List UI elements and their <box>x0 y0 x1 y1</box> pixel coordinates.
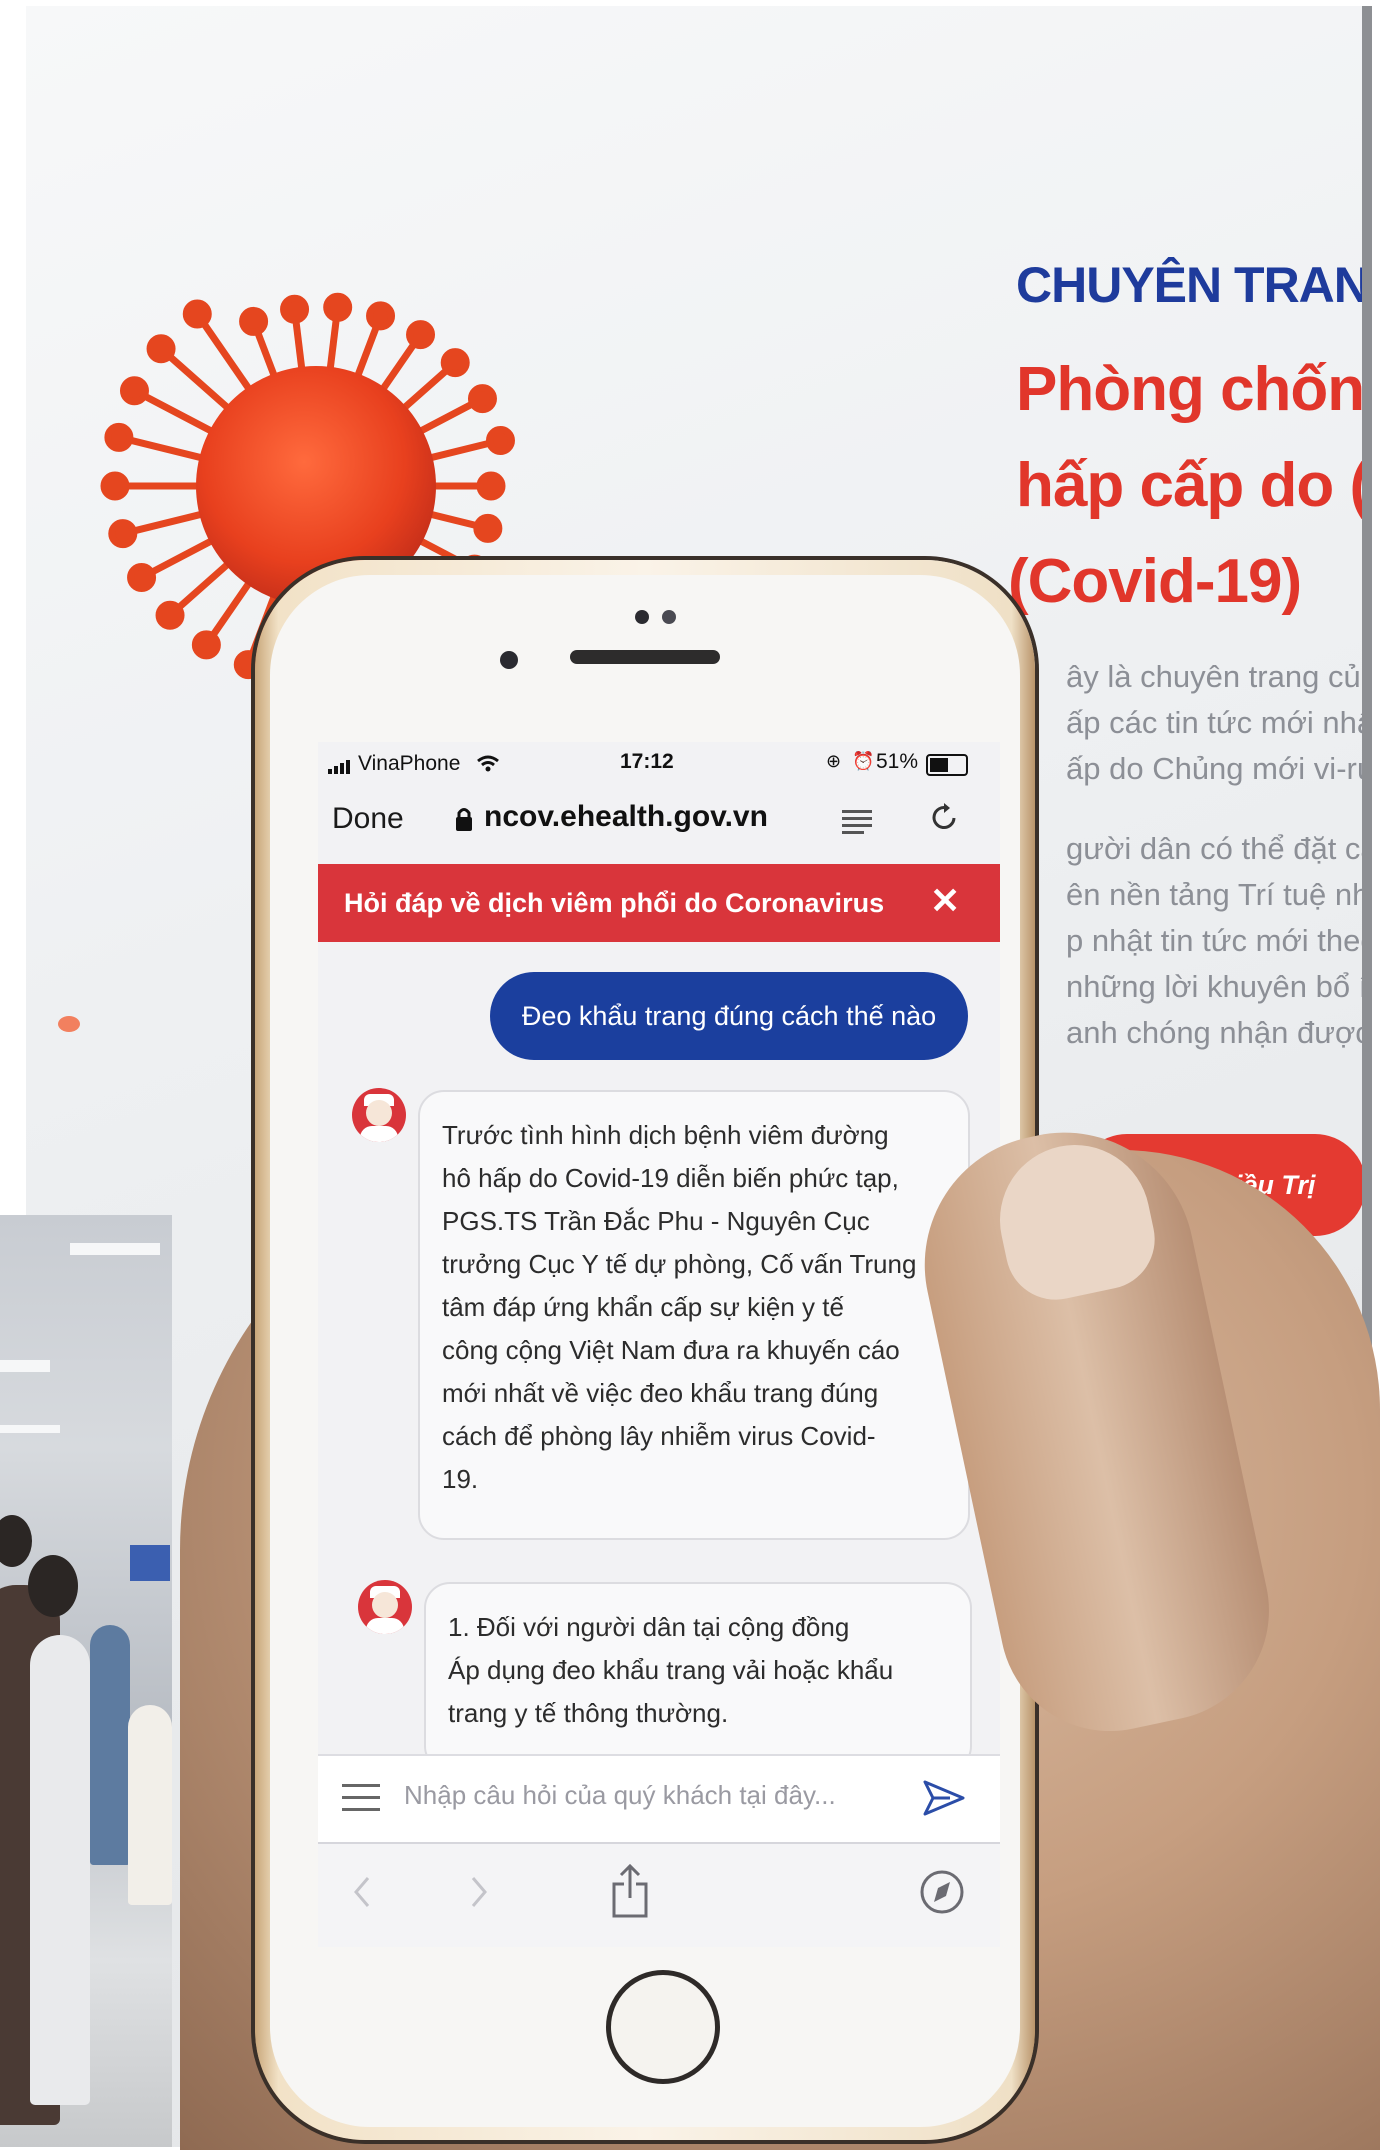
reader-icon[interactable] <box>842 808 874 834</box>
safari-toolbar <box>318 1842 1000 1947</box>
bot-message: Trước tình hình dịch bệnh viêm đường hô … <box>418 1090 970 1540</box>
earpiece-speaker <box>570 650 720 664</box>
bot-message-line: 19. <box>442 1464 479 1494</box>
battery-percent: 51% <box>876 750 919 773</box>
virus-spike-tip <box>406 320 436 350</box>
bot-message-line: cách để phòng lây nhiễm virus Covid- <box>442 1421 876 1451</box>
website-title-line: Phòng chốn <box>1016 355 1365 424</box>
website-title-line: hấp cấp do ( <box>1016 451 1370 520</box>
virus-spike-tip <box>239 306 269 336</box>
bot-avatar <box>352 1088 406 1142</box>
share-icon[interactable] <box>608 1864 652 1918</box>
url-field[interactable]: ncov.ehealth.gov.vn <box>484 800 768 834</box>
website-title-line: (Covid-19) <box>1008 547 1302 616</box>
ceiling-light <box>0 1360 50 1372</box>
virus-spike-tip <box>191 630 221 660</box>
person-figure <box>30 1635 90 2105</box>
signal-icon <box>328 760 350 774</box>
office-photo-inset <box>0 1215 172 2147</box>
phone-screen: VinaPhone 17:12 ⊕ ⏰ 51% Done ncov.ehealt… <box>318 742 1000 1947</box>
virus-spike-tip <box>104 422 134 452</box>
website-paragraph-line: ây là chuyên trang củ <box>1066 659 1361 694</box>
virus-spike-tip <box>366 301 396 331</box>
done-button[interactable]: Done <box>332 802 404 836</box>
phone-sensor <box>662 610 676 624</box>
virus-spike-tip <box>108 519 138 549</box>
website-paragraph-line: ấp các tin tức mới nhấ <box>1066 705 1372 740</box>
forward-icon[interactable] <box>463 1872 493 1912</box>
phone-sensor <box>635 610 649 624</box>
person-head <box>28 1555 78 1617</box>
virus-spike-tip <box>182 299 212 329</box>
battery-icon <box>926 754 968 776</box>
lock-rotation-icon: ⊕ <box>826 751 842 771</box>
bot-message-line: trang y tế thông thường. <box>448 1698 729 1728</box>
website-kicker: CHUYÊN TRANG <box>1016 257 1372 313</box>
chat-input-bar: Nhập câu hỏi của quý khách tại đây... <box>318 1754 1000 1844</box>
virus-spike-tip <box>146 334 176 364</box>
bot-message-line: Trước tình hình dịch bệnh viêm đường <box>442 1120 889 1150</box>
bot-message: 1. Đối với người dân tại cộng đồng Áp dụ… <box>424 1582 972 1772</box>
home-button[interactable] <box>606 1970 720 2084</box>
reload-icon[interactable] <box>928 802 960 834</box>
virus-spike-tip <box>100 471 130 501</box>
chat-messages: Đeo khẩu trang đúng cách thế nào Trước t… <box>318 942 1000 1772</box>
website-paragraph-line: anh chóng nhận được <box>1066 1015 1371 1050</box>
website-paragraph-line: những lời khuyên bổ í <box>1066 969 1368 1004</box>
status-time: 17:12 <box>620 750 674 773</box>
front-camera <box>500 651 518 669</box>
chat-header: Hỏi đáp về dịch viêm phổi do Coronavirus… <box>318 864 1000 942</box>
menu-icon[interactable] <box>342 1782 382 1814</box>
virus-spike-tip <box>485 426 515 456</box>
website-paragraph-line: p nhật tin tức mới theo <box>1066 923 1372 958</box>
virus-spike-tip <box>280 294 310 324</box>
browser-bar: Done ncov.ehealth.gov.vn <box>318 786 1000 856</box>
person-figure <box>128 1705 172 1905</box>
ceiling-light <box>70 1243 160 1255</box>
status-bar: VinaPhone 17:12 ⊕ ⏰ 51% <box>318 742 1000 786</box>
virus-spike-tip <box>467 384 497 414</box>
virus-spike-tip <box>119 376 149 406</box>
carrier-name: VinaPhone <box>358 752 461 775</box>
bot-avatar <box>358 1580 412 1634</box>
virus-spike-tip <box>476 471 506 501</box>
person-head <box>0 1515 32 1567</box>
bot-message-line: hô hấp do Covid-19 diễn biến phức tạp, <box>442 1163 899 1193</box>
virus-spike-tip <box>323 292 353 322</box>
website-paragraph-line: ấp do Chủng mới vi-rú <box>1066 751 1372 786</box>
bot-message-line: công cộng Việt Nam đưa ra khuyến cáo <box>442 1335 900 1365</box>
ceiling-light <box>0 1425 60 1433</box>
bot-message-line: 1. Đối với người dân tại cộng đồng <box>448 1612 850 1642</box>
bot-message-line: trưởng Cục Y tế dự phòng, Cố vấn Trung <box>442 1249 917 1279</box>
virus-spike-tip <box>155 600 185 630</box>
wall-poster <box>130 1545 170 1581</box>
virus-particle <box>58 1016 80 1032</box>
person-figure <box>90 1625 130 1865</box>
virus-spike-tip <box>127 563 157 593</box>
compass-icon[interactable] <box>918 1868 966 1916</box>
virus-spike-tip <box>473 513 503 543</box>
virus-spike-tip <box>440 348 470 378</box>
user-message: Đeo khẩu trang đúng cách thế nào <box>490 972 968 1060</box>
website-paragraph-line: ên nền tảng Trí tuệ nh <box>1066 877 1370 912</box>
send-icon[interactable] <box>922 1776 966 1820</box>
lock-icon <box>456 808 472 831</box>
bot-message-line: PGS.TS Trần Đắc Phu - Nguyên Cục <box>442 1206 870 1236</box>
bot-message-line: mới nhất về việc đeo khẩu trang đúng <box>442 1378 879 1408</box>
website-hero: CHUYÊN TRANG Phòng chốn hấp cấp do ( (Co… <box>1008 256 1372 1056</box>
close-icon[interactable]: ✕ <box>930 880 960 922</box>
chat-input[interactable]: Nhập câu hỏi của quý khách tại đây... <box>404 1780 836 1811</box>
bot-message-line: Áp dụng đeo khẩu trang vải hoặc khẩu <box>448 1655 894 1685</box>
wifi-icon <box>477 755 499 772</box>
bot-message-line: tâm đáp ứng khẩn cấp sự kiện y tế <box>442 1292 844 1322</box>
back-icon[interactable] <box>348 1872 378 1912</box>
website-paragraph-line: gười dân có thể đặt cá <box>1066 831 1372 866</box>
alarm-icon: ⏰ <box>852 751 875 771</box>
chat-title: Hỏi đáp về dịch viêm phổi do Coronavirus <box>344 888 885 918</box>
